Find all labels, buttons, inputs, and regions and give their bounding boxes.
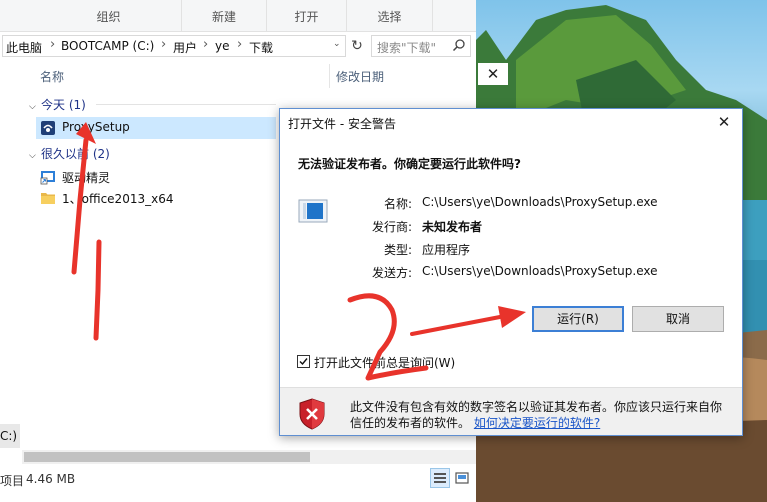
navigation-pane: C:) <box>0 90 22 462</box>
chevron-right-icon[interactable]: › <box>50 37 55 52</box>
dialog-warning-text: 无法验证发布者。你确定要运行此软件吗? <box>298 157 521 171</box>
file-name: 驱动精灵 <box>62 171 111 185</box>
group-header-label: 今天 (1) <box>41 98 86 112</box>
footer-warning-text: 此文件没有包含有效的数字签名以验证其发布者。你应该只运行来自你信任的发布者的软件… <box>350 399 730 431</box>
ribbon-group-open[interactable]: 打开 <box>267 0 347 32</box>
cancel-button[interactable]: 取消 <box>632 306 724 332</box>
file-row-office2013[interactable]: 1、office2013_x64 <box>36 187 276 209</box>
status-bar: 项目 4.46 MB <box>0 464 476 494</box>
ribbon-group-label: 打开 <box>294 10 319 24</box>
file-name: 1、office2013_x64 <box>62 192 174 206</box>
dialog-close-button[interactable]: ✕ <box>708 110 740 134</box>
ribbon-group-label: 选择 <box>377 10 402 24</box>
chevron-right-icon[interactable]: › <box>203 37 208 52</box>
field-value-publisher: 未知发布者 <box>422 220 483 234</box>
chevron-down-icon[interactable]: ⌄ <box>333 39 341 49</box>
breadcrumb-users[interactable]: 用户 <box>173 39 197 56</box>
ribbon-group-organize[interactable]: 组织 <box>36 0 182 32</box>
address-bar[interactable]: 此电脑 › BOOTCAMP (C:) › 用户 › ye › 下载 ⌄ <box>2 35 346 57</box>
breadcrumb-this-pc[interactable]: 此电脑 <box>6 39 42 56</box>
close-icon[interactable]: ✕ <box>478 63 508 85</box>
search-icon <box>452 39 465 52</box>
security-shield-icon <box>299 398 325 430</box>
dialog-title: 打开文件 - 安全警告 <box>288 117 396 131</box>
always-ask-label: 打开此文件前总是询问(W) <box>314 356 456 370</box>
column-header-date[interactable]: 修改日期 <box>336 68 384 85</box>
security-warning-dialog: 打开文件 - 安全警告 ✕ 无法验证发布者。你确定要运行此软件吗? 名称: C:… <box>279 108 743 436</box>
always-ask-checkbox[interactable] <box>297 355 310 368</box>
installer-icon <box>41 121 55 135</box>
close-icon: ✕ <box>717 113 731 131</box>
chevron-right-icon[interactable]: › <box>237 37 242 52</box>
chevron-right-icon[interactable]: › <box>161 37 166 52</box>
chevron-down-icon: ⌵ <box>29 102 36 112</box>
large-icons-view-icon <box>455 472 469 484</box>
large-icons-view-button[interactable] <box>452 468 472 488</box>
column-header-name[interactable]: 名称 <box>40 68 64 85</box>
app-shortcut-icon <box>40 171 55 185</box>
dialog-footer: 此文件没有包含有效的数字签名以验证其发布者。你应该只运行来自你信任的发布者的软件… <box>280 387 742 435</box>
file-row-driver-genius[interactable]: 驱动精灵 <box>36 166 276 188</box>
ribbon: 组织 新建 打开 选择 <box>0 0 476 32</box>
details-view-icon <box>434 473 446 483</box>
group-divider <box>96 104 276 105</box>
field-key-type: 类型: <box>383 243 412 257</box>
details-view-button[interactable] <box>430 468 450 488</box>
field-value-from: C:\Users\ye\Downloads\ProxySetup.exe <box>422 264 658 278</box>
field-value-name: C:\Users\ye\Downloads\ProxySetup.exe <box>422 195 658 209</box>
scrollbar-thumb[interactable] <box>24 452 310 462</box>
status-item-count: 项目 <box>0 474 25 488</box>
how-to-decide-link[interactable]: 如何决定要运行的软件? <box>474 416 600 430</box>
ribbon-group-label: 组织 <box>96 10 121 24</box>
folder-icon <box>41 193 55 204</box>
refresh-icon: ↻ <box>351 38 363 54</box>
search-input[interactable]: 搜索"下载" <box>371 35 471 57</box>
application-icon <box>298 199 328 223</box>
group-header-label: 很久以前 (2) <box>41 147 110 161</box>
ribbon-group-label: 新建 <box>211 10 236 24</box>
checkmark-icon <box>299 358 308 366</box>
field-value-type: 应用程序 <box>422 243 471 257</box>
chevron-down-icon: ⌵ <box>29 151 36 161</box>
ribbon-group-select[interactable]: 选择 <box>347 0 433 32</box>
field-key-from: 发送方: <box>371 266 412 280</box>
file-row-proxysetup[interactable]: ProxySetup <box>36 117 276 139</box>
horizontal-scrollbar[interactable] <box>22 450 476 464</box>
column-header-row: 名称 修改日期 <box>0 60 476 90</box>
group-header-long-ago[interactable]: ⌵ 很久以前 (2) <box>29 145 110 162</box>
breadcrumb-drive[interactable]: BOOTCAMP (C:) <box>61 39 154 53</box>
breadcrumb-downloads[interactable]: 下载 <box>249 39 273 56</box>
group-header-today[interactable]: ⌵ 今天 (1) <box>29 96 86 113</box>
search-placeholder: 搜索"下载" <box>377 41 437 55</box>
nav-item-drive[interactable]: C:) <box>0 424 20 448</box>
field-key-name: 名称: <box>383 197 412 211</box>
ribbon-group-new[interactable]: 新建 <box>182 0 267 32</box>
run-button[interactable]: 运行(R) <box>532 306 624 332</box>
address-row: 此电脑 › BOOTCAMP (C:) › 用户 › ye › 下载 ⌄ ↻ 搜… <box>0 32 476 60</box>
file-name: ProxySetup <box>62 120 130 134</box>
breadcrumb-user[interactable]: ye <box>215 39 229 53</box>
status-selected-size: 4.46 MB <box>26 472 76 486</box>
field-key-publisher: 发行商: <box>371 220 412 234</box>
column-divider[interactable] <box>329 64 330 88</box>
refresh-button[interactable]: ↻ <box>347 35 367 57</box>
